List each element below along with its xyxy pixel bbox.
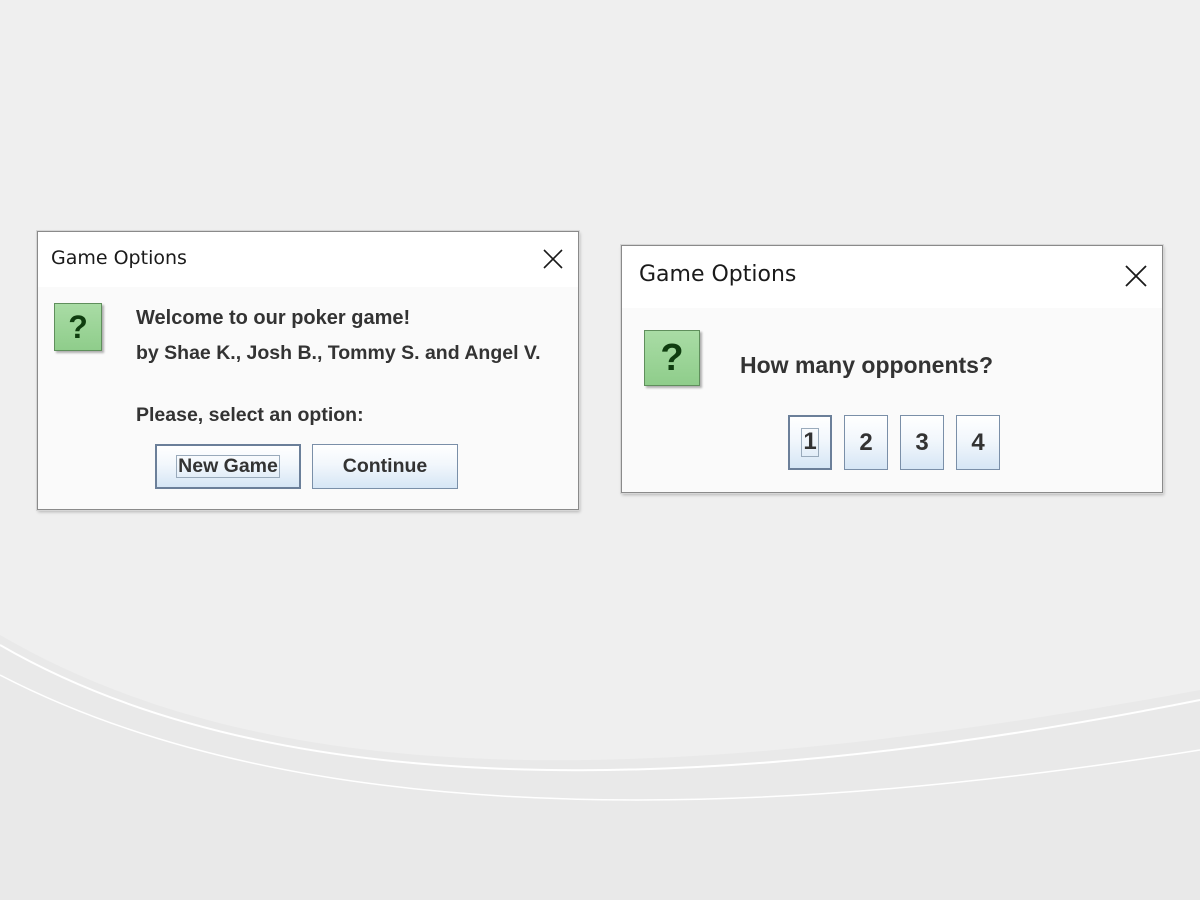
new-game-label: New Game	[176, 454, 280, 479]
authors-message: by Shae K., Josh B., Tommy S. and Angel …	[136, 342, 541, 364]
opponents-option-3[interactable]: 3	[900, 415, 944, 470]
opponents-dialog: Game Options ? How many opponents? 1 2 3…	[621, 245, 1163, 493]
welcome-dialog: Game Options ? Welcome to our poker game…	[37, 231, 579, 510]
close-button[interactable]	[1118, 258, 1154, 294]
welcome-message: Welcome to our poker game!	[136, 307, 411, 329]
continue-button[interactable]: Continue	[312, 444, 458, 489]
opponents-option-2[interactable]: 2	[844, 415, 888, 470]
option-label: 3	[915, 428, 929, 456]
dialog-title: Game Options	[51, 247, 187, 269]
option-label: 4	[971, 428, 985, 456]
option-label: 1	[801, 428, 819, 457]
opponents-option-4[interactable]: 4	[956, 415, 1000, 470]
dialog-content: ? How many opponents? 1 2 3 4	[622, 308, 1162, 492]
title-bar[interactable]: Game Options	[38, 232, 578, 287]
option-label: 2	[859, 428, 873, 456]
question-icon: ?	[644, 330, 700, 386]
close-button[interactable]	[536, 242, 570, 276]
title-bar[interactable]: Game Options	[622, 246, 1162, 308]
dialog-title: Game Options	[639, 262, 797, 287]
opponents-question: How many opponents?	[740, 352, 993, 378]
question-icon: ?	[54, 303, 102, 351]
close-icon	[1125, 265, 1147, 287]
close-icon	[543, 249, 563, 269]
new-game-button[interactable]: New Game	[155, 444, 301, 489]
continue-label: Continue	[342, 455, 428, 477]
dialog-content: ? Welcome to our poker game! by Shae K.,…	[38, 287, 578, 509]
opponents-option-1[interactable]: 1	[788, 415, 832, 470]
prompt-message: Please, select an option:	[136, 404, 364, 426]
